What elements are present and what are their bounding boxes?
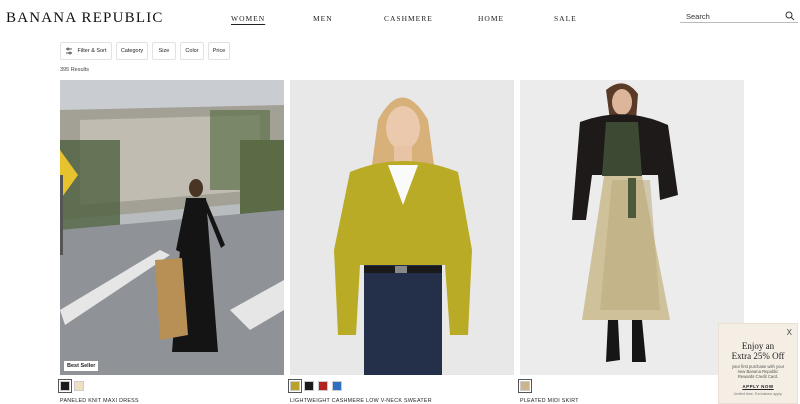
promo-popup: X Enjoy an Extra 25% Off your first purc… [718,323,798,404]
close-icon[interactable]: X [787,328,792,337]
nav-sale[interactable]: SALE [554,14,577,23]
color-swatch[interactable] [332,381,342,391]
nav-women[interactable]: WOMEN [231,14,265,23]
product-name[interactable]: LIGHTWEIGHT CASHMERE LOW V-NECK SWEATER [290,398,432,404]
search-input[interactable]: Search [686,12,710,21]
street-photo [60,80,284,375]
color-swatch[interactable] [288,379,302,393]
filter-icon [66,47,73,55]
nav-cashmere[interactable]: CASHMERE [384,14,433,23]
filter-sort-label: Filter & Sort [77,48,107,54]
promo-title-line1: Enjoy an [741,341,775,351]
color-swatch[interactable] [58,379,72,393]
color-swatch[interactable] [304,381,314,391]
promo-terms: Limited time. Exclusions apply. [733,391,783,396]
color-filter-button[interactable]: Color [180,42,204,60]
color-swatch[interactable] [318,381,328,391]
product-image-sweater[interactable] [290,80,514,375]
search-box[interactable]: Search [680,10,798,23]
color-swatch[interactable] [74,381,84,391]
color-swatch[interactable] [518,379,532,393]
product-image-skirt[interactable] [520,80,744,375]
product-name[interactable]: PLEATED MIDI SKIRT [520,398,579,404]
product-name[interactable]: PANELED KNIT MAXI DRESS [60,398,139,404]
nav-home[interactable]: HOME [478,14,504,23]
best-seller-badge: Best Seller [64,361,99,371]
nav-men[interactable]: MEN [313,14,333,23]
apply-now-link[interactable]: APPLY NOW [719,384,797,389]
size-filter-button[interactable]: Size [152,42,176,60]
filter-sort-button[interactable]: Filter & Sort [60,42,112,60]
sweater-photo [290,80,514,375]
results-count: 395 Results [60,67,90,73]
category-filter-button[interactable]: Category [116,42,148,60]
search-icon[interactable] [785,11,795,21]
promo-title-line2: Extra 25% Off [731,351,785,361]
product-image-maxi-dress[interactable]: Best Seller [60,80,284,375]
price-filter-button[interactable]: Price [208,42,230,60]
skirt-photo [520,80,744,375]
promo-body: your first purchase with your new Banana… [731,364,785,380]
